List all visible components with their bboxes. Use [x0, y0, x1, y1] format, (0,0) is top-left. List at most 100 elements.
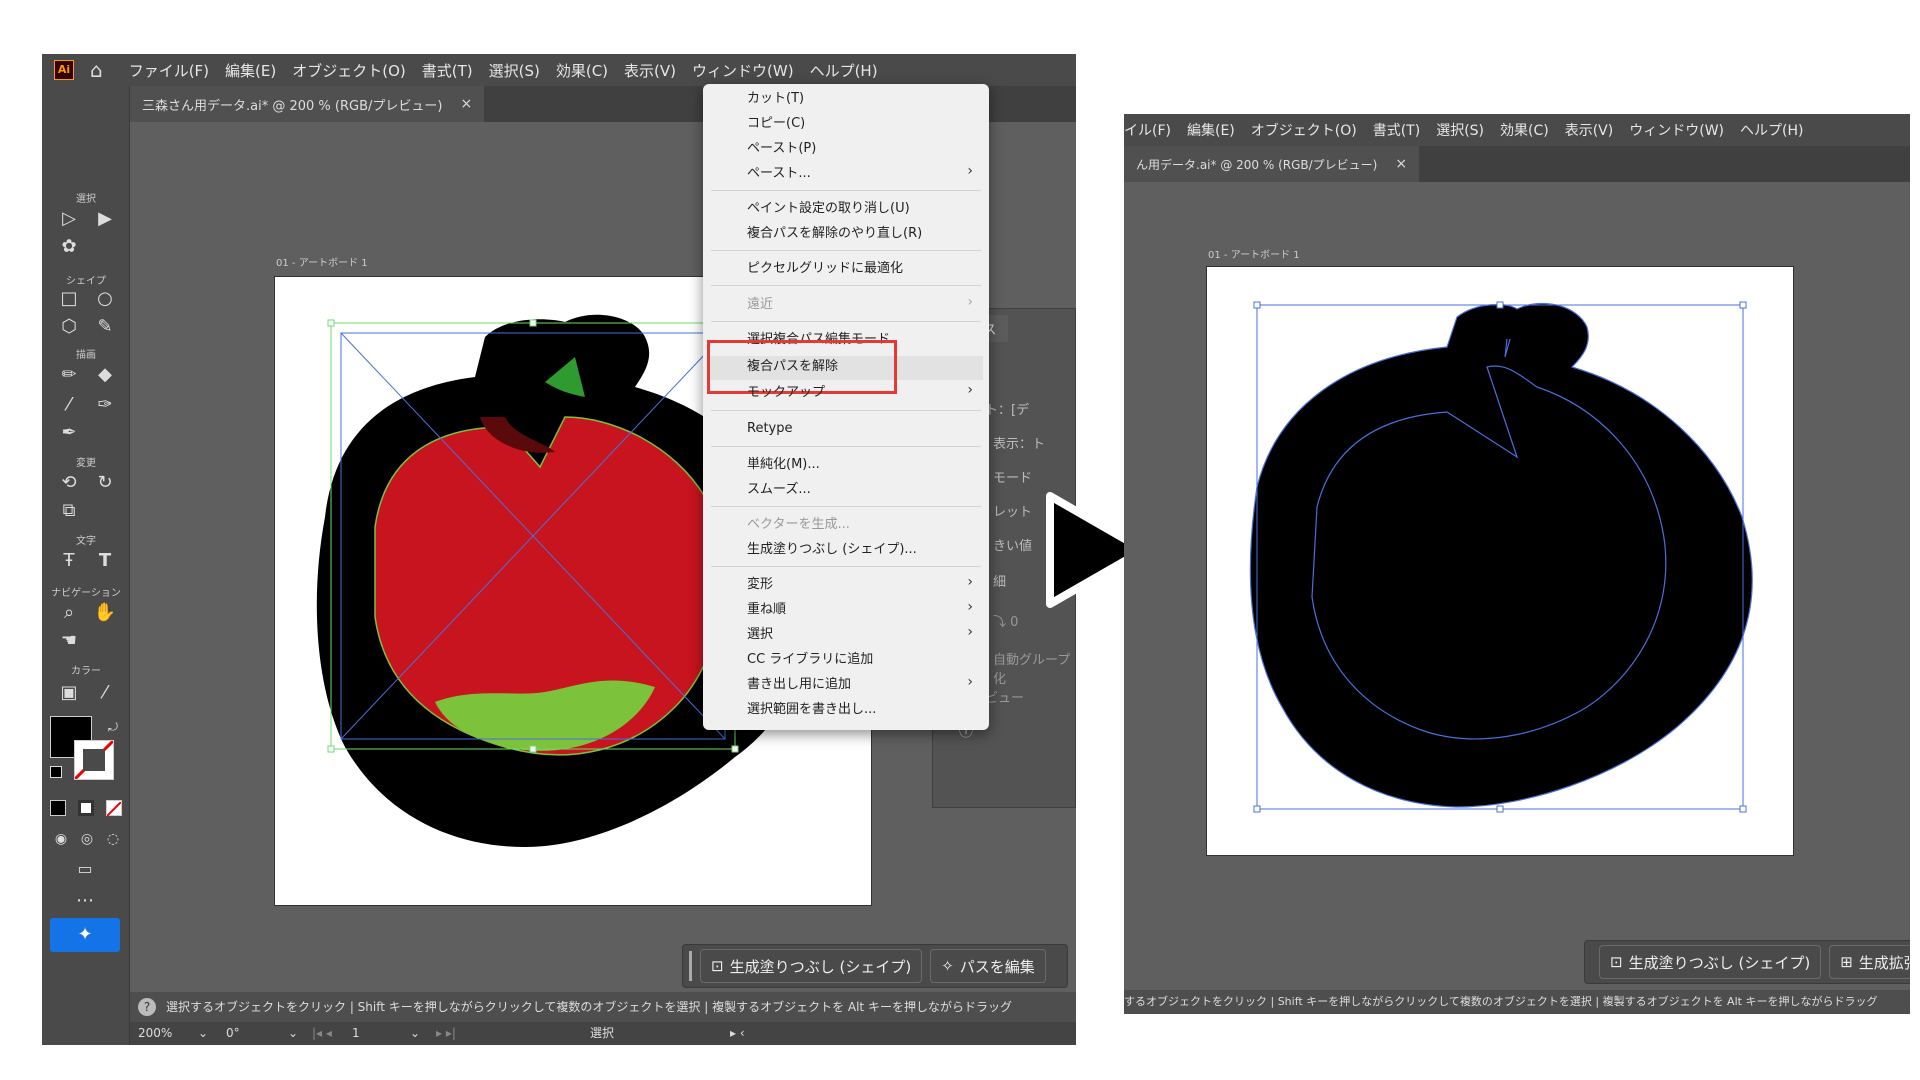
scale-tool-icon[interactable]: ⟲: [56, 470, 82, 496]
rotation-dropdown-icon[interactable]: ⌄: [288, 1022, 298, 1045]
right-handle-bottom-right[interactable]: [1739, 805, 1747, 813]
shape-builder-tool-icon[interactable]: ⧉: [56, 498, 82, 524]
menu-object[interactable]: オブジェクト(O): [292, 60, 406, 81]
right-handle-top-right[interactable]: [1739, 301, 1747, 309]
more-tools-icon[interactable]: ⋯: [72, 888, 98, 914]
menu-item-retype[interactable]: Retype: [747, 418, 793, 440]
generative-tool-button[interactable]: ✦: [50, 918, 120, 952]
menu-item-arrange[interactable]: 重ね順: [747, 599, 786, 621]
menu-item-cut[interactable]: カット(T): [747, 88, 804, 110]
menu-item-add-for-export[interactable]: 書き出し用に追加: [747, 674, 851, 696]
hand-tool-icon[interactable]: ✋: [92, 600, 118, 626]
right-menu-view[interactable]: 表示(V): [1565, 120, 1614, 140]
rectangle-tool-icon[interactable]: □: [56, 286, 82, 312]
artboard-number[interactable]: 1: [352, 1022, 360, 1045]
rotate-tool-icon[interactable]: ↻: [92, 470, 118, 496]
menu-item-smooth[interactable]: スムーズ...: [747, 479, 811, 501]
rotate-view-tool-icon[interactable]: ☚: [56, 628, 82, 654]
pencil-tool-icon[interactable]: ✏: [56, 362, 82, 388]
menu-item-pixel-grid[interactable]: ピクセルグリッドに最適化: [747, 258, 903, 280]
right-menu-object[interactable]: オブジェクト(O): [1251, 120, 1357, 140]
menu-window[interactable]: ウィンドウ(W): [692, 60, 794, 81]
menu-item-export-selection[interactable]: 選択範囲を書き出し...: [747, 699, 876, 721]
default-colors-icon[interactable]: [50, 766, 62, 778]
menu-item-generative-fill-shape[interactable]: 生成塗りつぶし (シェイプ)...: [747, 539, 917, 561]
menu-effect[interactable]: 効果(C): [556, 60, 608, 81]
right-handle-top-center[interactable]: [1496, 301, 1504, 309]
close-tab-icon[interactable]: ×: [460, 96, 472, 112]
right-menu-type[interactable]: 書式(T): [1373, 120, 1420, 140]
screen-mode-icon[interactable]: ▭: [72, 856, 98, 882]
menu-type[interactable]: 書式(T): [422, 60, 473, 81]
right-handle-bottom-center[interactable]: [1496, 805, 1504, 813]
handle-bottom-center[interactable]: [529, 745, 537, 753]
right-menu-window[interactable]: ウィンドウ(W): [1629, 120, 1724, 140]
right-close-tab-icon[interactable]: ×: [1395, 156, 1407, 172]
handle-top-center[interactable]: [529, 319, 537, 327]
right-menu-effect[interactable]: 効果(C): [1500, 120, 1549, 140]
right-menu-file[interactable]: イル(F): [1124, 120, 1171, 140]
edit-path-button[interactable]: ✧ パスを編集: [930, 949, 1046, 983]
generative-fill-shape-button[interactable]: ⊡ 生成塗りつぶし (シェイプ): [700, 949, 923, 983]
menu-item-paste-special[interactable]: ペースト...: [747, 163, 811, 185]
selection-tool-icon[interactable]: ▷: [56, 206, 82, 232]
menu-item-mockup[interactable]: モックアップ: [747, 382, 825, 404]
swap-colors-icon[interactable]: ⤾: [100, 714, 126, 740]
blob-brush-tool-icon[interactable]: ✑: [92, 392, 118, 418]
rotation-angle[interactable]: 0°: [226, 1022, 240, 1045]
color-mode-icon[interactable]: [50, 800, 66, 816]
gradient-mode-icon[interactable]: [78, 800, 94, 816]
menu-file[interactable]: ファイル(F): [129, 60, 209, 81]
ellipse-tool-icon[interactable]: ○: [92, 286, 118, 312]
handle-top-left[interactable]: [327, 319, 335, 327]
handle-bottom-right[interactable]: [731, 745, 739, 753]
draw-normal-icon[interactable]: ◉: [48, 826, 74, 852]
stroke-swatch[interactable]: [73, 739, 115, 781]
shaper-tool-icon[interactable]: ✎: [92, 314, 118, 340]
right-menu-select[interactable]: 選択(S): [1436, 120, 1484, 140]
handle-bottom-left[interactable]: [327, 745, 335, 753]
status-expand-icon[interactable]: ▸ ‹: [730, 1022, 745, 1045]
right-handle-bottom-left[interactable]: [1253, 805, 1261, 813]
menu-view[interactable]: 表示(V): [624, 60, 676, 81]
lasso-tool-icon[interactable]: ✿: [56, 234, 82, 260]
menu-help[interactable]: ヘルプ(H): [810, 60, 878, 81]
draw-inside-icon[interactable]: ◌: [100, 826, 126, 852]
artboard-nav-prev-icon[interactable]: |◂ ◂: [312, 1022, 332, 1045]
right-generative-fill-shape-button[interactable]: ⊡ 生成塗りつぶし (シェイプ): [1599, 945, 1822, 979]
generative-expand-button[interactable]: ⊞ 生成拡張: [1829, 945, 1910, 979]
type-tool-icon[interactable]: T: [92, 548, 118, 574]
home-icon[interactable]: ⌂: [90, 58, 103, 82]
menu-item-undo-paint[interactable]: ペイント設定の取り消し(U): [747, 198, 910, 220]
polygon-tool-icon[interactable]: ⬡: [56, 314, 82, 340]
menu-item-select[interactable]: 選択: [747, 624, 773, 646]
help-icon[interactable]: ?: [138, 998, 156, 1016]
menu-item-copy[interactable]: コピー(C): [747, 113, 805, 135]
direct-selection-tool-icon[interactable]: ▶: [92, 206, 118, 232]
menu-item-transform[interactable]: 変形: [747, 574, 773, 596]
right-document-tab[interactable]: ん用データ.ai* @ 200 % (RGB/プレビュー) ×: [1124, 146, 1420, 182]
menu-item-paste[interactable]: ペースト(P): [747, 138, 816, 160]
type-on-path-tool-icon[interactable]: Ŧ: [56, 548, 82, 574]
zoom-level[interactable]: 200%: [138, 1022, 172, 1045]
right-handle-top-left[interactable]: [1253, 301, 1261, 309]
artboard-dropdown-icon[interactable]: ⌄: [410, 1022, 420, 1045]
none-mode-icon[interactable]: [106, 800, 122, 817]
zoom-tool-icon[interactable]: ⌕: [56, 600, 82, 626]
taskbar-grip-icon[interactable]: [689, 951, 692, 981]
brush-tool-icon[interactable]: ⁄: [56, 392, 82, 418]
eyedropper-tool-icon[interactable]: ⁄: [92, 680, 118, 706]
document-tab[interactable]: 三森さん用データ.ai* @ 200 % (RGB/プレビュー) ×: [130, 86, 485, 122]
right-menu-edit[interactable]: 編集(E): [1187, 120, 1235, 140]
menu-item-add-to-cc-library[interactable]: CC ライブラリに追加: [747, 649, 873, 671]
menu-select[interactable]: 選択(S): [489, 60, 540, 81]
gradient-tool-icon[interactable]: ▣: [56, 680, 82, 706]
zoom-dropdown-icon[interactable]: ⌄: [198, 1022, 208, 1045]
pen-tool-icon[interactable]: ✒: [56, 420, 82, 446]
menu-edit[interactable]: 編集(E): [225, 60, 276, 81]
menu-item-redo-release[interactable]: 複合パスを解除のやり直し(R): [747, 223, 922, 245]
eraser-tool-icon[interactable]: ◆: [92, 362, 118, 388]
menu-item-simplify[interactable]: 単純化(M)...: [747, 454, 820, 476]
draw-behind-icon[interactable]: ◎: [74, 826, 100, 852]
artboard-nav-next-icon[interactable]: ▸ ▸|: [436, 1022, 456, 1045]
